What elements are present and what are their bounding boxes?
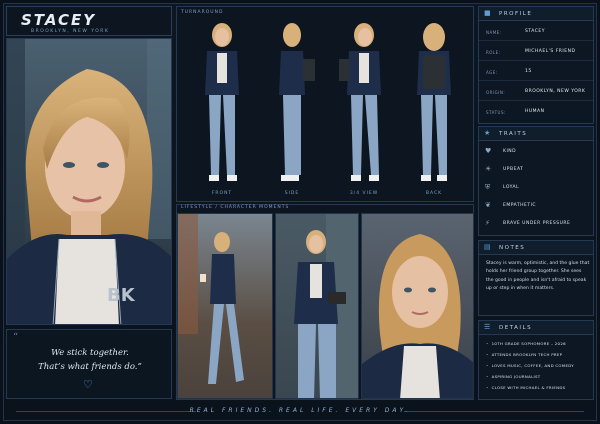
footer-tagline: REAL FRIENDS. REAL LIFE. EVERY DAY. <box>189 407 411 414</box>
portrait-illustration: BK <box>7 39 171 324</box>
profile-row-role: ROLE: MICHAEL'S FRIEND <box>479 43 593 61</box>
notes-text: Stacey is warm, optimistic, and the glue… <box>486 261 590 292</box>
profile-value: BROOKLYN, NEW YORK <box>525 89 586 94</box>
profile-key: ORIGIN: <box>486 90 506 95</box>
notes-header-title: NOTES <box>499 245 526 251</box>
details-header: ☰ DETAILS <box>479 321 593 335</box>
profile-value: MICHAEL'S FRIEND <box>525 49 576 54</box>
profile-row-age: AGE: 15 <box>479 63 593 81</box>
trait-item: ☀ UPBEAT <box>479 163 593 177</box>
figure-side <box>279 23 315 181</box>
quote-panel: “ We stick together. That’s what friends… <box>6 329 172 399</box>
trait-label: LOYAL <box>503 185 520 190</box>
detail-text: ASPIRING JOURNALIST <box>491 374 541 379</box>
person-icon: ■ <box>484 9 491 17</box>
detail-item: • ATTENDS BROOKLYN TECH PREP <box>486 352 563 357</box>
title-box: STACEY BROOKLYN, NEW YORK <box>6 6 172 36</box>
list-icon: ☰ <box>484 323 491 331</box>
lifestyle-photo-street <box>177 213 273 399</box>
figure-front <box>205 23 239 181</box>
trait-item: ❦ EMPATHETIC <box>479 199 593 213</box>
trait-label: EMPATHETIC <box>503 203 537 208</box>
trait-item: ⚡ BRAVE UNDER PRESSURE <box>479 217 593 231</box>
view-label-back: BACK <box>425 191 443 196</box>
hearts-icon: ❦ <box>485 201 491 209</box>
heart-icon: ♥ <box>485 147 492 155</box>
lightning-icon: ⚡ <box>485 219 490 227</box>
lifestyle-panel: LIFESTYLE / CHARACTER MOMENTS <box>176 204 474 400</box>
profile-row-status: STATUS: HUMAN <box>479 103 593 121</box>
figure-three-quarter <box>339 23 381 181</box>
profile-value: 15 <box>525 69 532 74</box>
profile-value: STACEY <box>525 29 545 34</box>
profile-header-title: PROFILE <box>499 11 533 17</box>
quote-mark-icon: “ <box>13 332 19 343</box>
trait-label: BRAVE UNDER PRESSURE <box>503 221 571 226</box>
detail-text: 10TH GRADE SOPHOMORE – 2026 <box>491 341 566 346</box>
profile-key: AGE: <box>486 70 498 75</box>
profile-key: STATUS: <box>486 110 506 115</box>
traits-header-title: TRAITS <box>499 131 528 137</box>
detail-item: • 10TH GRADE SOPHOMORE – 2026 <box>486 341 566 346</box>
profile-key: NAME: <box>486 30 502 35</box>
notes-header: ▤ NOTES <box>479 241 593 255</box>
traits-header: ★ TRAITS <box>479 127 593 141</box>
character-location-subtitle: BROOKLYN, NEW YORK <box>31 29 110 34</box>
traits-panel: ★ TRAITS ♥ KIND ☀ UPBEAT ⛨ LOYAL ❦ EMPAT… <box>478 126 594 236</box>
details-panel: ☰ DETAILS • 10TH GRADE SOPHOMORE – 2026 •… <box>478 320 594 400</box>
lifestyle-photo-lockers <box>275 213 359 399</box>
detail-item: • CLOSE WITH MICHAEL & FRIENDS <box>486 385 566 390</box>
detail-text: LOVES MUSIC, COFFEE, AND COMEDY <box>491 363 574 368</box>
detail-item: • ASPIRING JOURNALIST <box>486 374 541 379</box>
trait-item: ⛨ LOYAL <box>479 181 593 195</box>
detail-text: CLOSE WITH MICHAEL & FRIENDS <box>491 385 566 390</box>
profile-value: HUMAN <box>525 109 545 114</box>
figure-back <box>417 23 451 181</box>
view-label-front: FRONT <box>211 191 233 196</box>
profile-header: ■ PROFILE <box>479 7 593 21</box>
profile-row-origin: ORIGIN: BROOKLYN, NEW YORK <box>479 83 593 101</box>
note-icon: ▤ <box>484 243 491 251</box>
lifestyle-label: LIFESTYLE / CHARACTER MOMENTS <box>181 205 290 210</box>
trait-label: KIND <box>503 149 517 154</box>
view-label-three-quarter: 3/4 VIEW <box>349 191 379 196</box>
star-icon: ★ <box>484 129 491 137</box>
heart-icon: ♡ <box>83 378 93 391</box>
profile-panel: ■ PROFILE NAME: STACEY ROLE: MICHAEL'S F… <box>478 6 594 124</box>
detail-item: • LOVES MUSIC, COFFEE, AND COMEDY <box>486 363 574 368</box>
turnaround-panel: TURNAROUND FRONT SIDE 3/4 VIEW BACK <box>176 6 474 202</box>
turnaround-figures <box>205 23 451 181</box>
footer: REAL FRIENDS. REAL LIFE. EVERY DAY. <box>6 404 594 418</box>
profile-key: ROLE: <box>486 50 501 55</box>
view-label-side: SIDE <box>284 191 300 196</box>
character-name-title: STACEY <box>21 11 97 29</box>
trait-item: ♥ KIND <box>479 145 593 159</box>
notes-panel: ▤ NOTES Stacey is warm, optimistic, and … <box>478 240 594 316</box>
sun-icon: ☀ <box>485 165 492 173</box>
trait-label: UPBEAT <box>503 167 524 172</box>
lifestyle-photo-closeup <box>361 213 474 399</box>
profile-row-name: NAME: STACEY <box>479 23 593 41</box>
svg-text:BK: BK <box>107 285 136 306</box>
quote-line-2: That’s what friends do.” <box>38 362 142 372</box>
quote-line-1: We stick together. <box>51 348 129 358</box>
details-header-title: DETAILS <box>499 325 533 331</box>
character-quote: We stick together. That’s what friends d… <box>7 346 173 374</box>
shield-icon: ⛨ <box>485 183 491 191</box>
detail-text: ATTENDS BROOKLYN TECH PREP <box>491 352 563 357</box>
hero-portrait: BK <box>6 38 172 325</box>
